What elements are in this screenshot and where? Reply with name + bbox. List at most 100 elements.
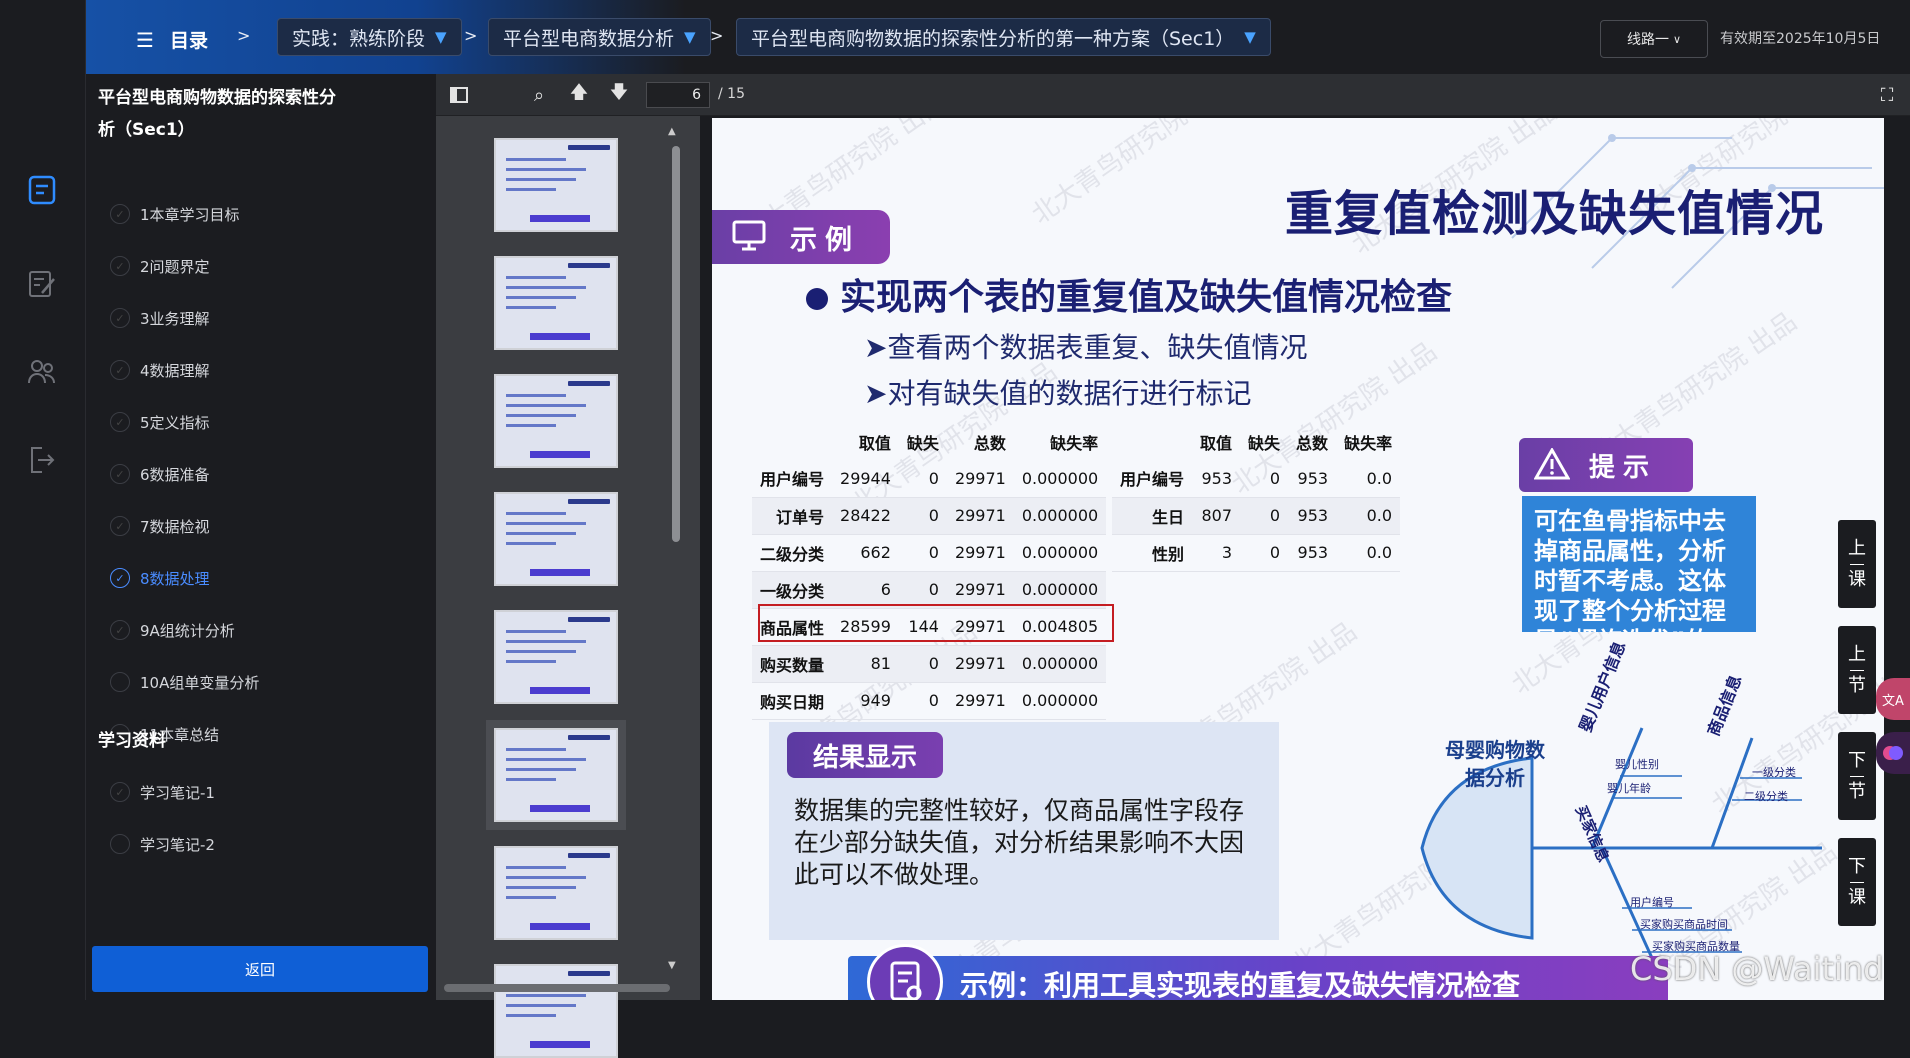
table-cell: 953 bbox=[1288, 497, 1337, 535]
arrow-down-icon[interactable]: 🡇 bbox=[606, 82, 632, 108]
table-cell: 949 bbox=[832, 682, 899, 720]
section-heading: 实现两个表的重复值及缺失值情况检查 bbox=[840, 277, 1453, 318]
csdn-watermark: CSDN @Waitind bbox=[1630, 950, 1884, 988]
route-button[interactable]: 线路一 ∨ bbox=[1600, 20, 1708, 58]
prev-section-button[interactable]: 上节 bbox=[1838, 626, 1876, 714]
watermark-text: 北大青鸟研究院 出品 bbox=[1026, 118, 1243, 231]
table-cell: 0 bbox=[898, 645, 947, 683]
check-circle-icon bbox=[110, 834, 130, 854]
group-users-icon[interactable] bbox=[22, 352, 62, 392]
exit-icon[interactable] bbox=[22, 440, 62, 480]
list-menu-icon: ☰ bbox=[136, 27, 154, 52]
breadcrumb-separator: > bbox=[464, 26, 478, 45]
chapter-item[interactable]: 10A组单变量分析 bbox=[110, 656, 259, 708]
table-cell: 用户编号 bbox=[752, 460, 833, 498]
page-number-input[interactable]: 6 bbox=[646, 82, 710, 108]
chapter-item[interactable]: ✓ 7数据检视 bbox=[110, 500, 210, 552]
table-header-cell: 总数 bbox=[973, 434, 1006, 453]
table-cell: 29944 bbox=[832, 460, 899, 498]
result-badge: 结果显示 bbox=[787, 732, 943, 778]
table-header-cell bbox=[752, 424, 832, 460]
chapter-item-label: 9A组统计分析 bbox=[140, 621, 235, 640]
scroll-down-icon[interactable]: ▼ bbox=[668, 960, 676, 971]
material-item[interactable]: 学习笔记-2 bbox=[110, 818, 215, 870]
fish-leaf: 二级分类 bbox=[1744, 790, 1788, 803]
table-header-cell: 取值 bbox=[1200, 434, 1233, 453]
page-thumbnail[interactable] bbox=[494, 846, 618, 940]
table-cell: 0 bbox=[898, 534, 947, 572]
next-lesson-button[interactable]: 下课 bbox=[1838, 838, 1876, 926]
chapter-title: 平台型电商购物数据的探索性分 析（Sec1） bbox=[98, 88, 336, 140]
chapter-item-label: 8数据处理 bbox=[140, 569, 210, 588]
page-thumbnail[interactable] bbox=[494, 256, 618, 350]
table-row: 用户编号 953 0 953 0.0 bbox=[1112, 460, 1401, 498]
check-circle-icon: ✓ bbox=[110, 620, 130, 640]
check-circle-icon: ✓ bbox=[110, 464, 130, 484]
table-row: 生日 807 0 953 0.0 bbox=[1112, 497, 1401, 535]
chapter-item[interactable]: ✓ 5定义指标 bbox=[110, 396, 210, 448]
table-header-cell: 缺失 bbox=[1248, 434, 1281, 453]
table-cell: 性别 bbox=[1112, 534, 1193, 572]
check-circle-icon bbox=[110, 672, 130, 692]
breadcrumb-lesson[interactable]: 平台型电商购物数据的探索性分析的第一种方案（Sec1） ▼ bbox=[736, 18, 1271, 56]
arrow-up-icon[interactable]: 🡅 bbox=[566, 82, 592, 108]
table-cell: 28422 bbox=[832, 497, 899, 535]
table-cell: 0.000000 bbox=[1013, 497, 1107, 535]
table-cell: 29971 bbox=[946, 571, 1014, 609]
table-cell: 0 bbox=[1240, 534, 1289, 572]
breadcrumb-course[interactable]: 平台型电商数据分析 ▼ bbox=[488, 18, 711, 56]
check-circle-icon: ✓ bbox=[110, 360, 130, 380]
tip-text: 可在鱼骨指标中去掉商品属性，分析时暂不考虑。这体现了整个分析过程是“螺旋迭代”的 bbox=[1522, 496, 1756, 632]
chapter-item[interactable]: ✓ 1本章学习目标 bbox=[110, 188, 240, 240]
back-button[interactable]: 返回 bbox=[92, 946, 428, 992]
clipboard-icon bbox=[867, 944, 943, 1000]
table-cell: 807 bbox=[1192, 497, 1241, 535]
table-header-cell bbox=[1112, 424, 1192, 460]
table-cell: 0.0 bbox=[1336, 460, 1401, 498]
chapter-item[interactable]: ✓ 2问题界定 bbox=[110, 240, 210, 292]
chapter-item[interactable]: ✓ 6数据准备 bbox=[110, 448, 210, 500]
fullscreen-icon[interactable]: ⛶ bbox=[1874, 82, 1900, 108]
table-cell: 0 bbox=[898, 571, 947, 609]
page-thumbnail[interactable] bbox=[494, 728, 618, 822]
translate-icon[interactable]: 文A bbox=[1876, 678, 1910, 720]
toc-menu[interactable]: ☰ 目录 bbox=[136, 26, 208, 53]
breadcrumb-stage[interactable]: 实践：熟练阶段 ▼ bbox=[277, 18, 462, 56]
monitor-icon bbox=[732, 219, 766, 253]
chapter-panel: 平台型电商购物数据的探索性分 析（Sec1） ✓ 1本章学习目标 ✓ 2问题界定 ✓ 3业… bbox=[86, 74, 434, 1000]
table-header-cell: 缺失 bbox=[906, 434, 939, 453]
table-row: 用户编号 29944 0 29971 0.000000 bbox=[752, 460, 1107, 498]
search-icon[interactable]: ⌕ bbox=[526, 82, 552, 108]
table-cell: 购买日期 bbox=[752, 682, 833, 720]
chapter-item[interactable]: ✓ 9A组统计分析 bbox=[110, 604, 235, 656]
scroll-up-icon[interactable]: ▲ bbox=[668, 126, 676, 137]
material-item[interactable]: ✓ 学习笔记-1 bbox=[110, 766, 215, 818]
chapter-item[interactable]: ✓ 3业务理解 bbox=[110, 292, 210, 344]
edit-note-icon[interactable] bbox=[22, 264, 62, 304]
document-icon[interactable] bbox=[22, 170, 62, 210]
table-users: 取值 缺失 总数 缺失率 用户编号 953 0 953 0.0 生日 807 0 953 0.0 性别 3 0 9… bbox=[1112, 424, 1401, 572]
icon-rail bbox=[0, 0, 86, 1000]
page-thumbnail[interactable] bbox=[494, 492, 618, 586]
page-thumbnail[interactable] bbox=[494, 610, 618, 704]
sidebar-toggle-icon[interactable] bbox=[446, 82, 472, 108]
page-thumbnail[interactable] bbox=[494, 374, 618, 468]
check-circle-icon: ✓ bbox=[110, 568, 130, 588]
table-cell: 953 bbox=[1288, 534, 1337, 572]
expiry-text: 有效期至2025年10月5日 bbox=[1720, 31, 1881, 47]
table-cell: 订单号 bbox=[752, 497, 833, 535]
ai-brain-icon[interactable] bbox=[1876, 732, 1910, 774]
breadcrumb-separator: > bbox=[710, 26, 724, 45]
page-thumbnail[interactable] bbox=[494, 138, 618, 232]
next-section-button[interactable]: 下节 bbox=[1838, 732, 1876, 820]
check-circle-icon: ✓ bbox=[110, 308, 130, 328]
chapter-item[interactable]: ✓ 8数据处理 bbox=[110, 552, 210, 604]
prev-lesson-button[interactable]: 上课 bbox=[1838, 520, 1876, 608]
thumbnail-h-scrollbar[interactable] bbox=[444, 984, 670, 992]
chapter-item[interactable]: ✓ 4数据理解 bbox=[110, 344, 210, 396]
fish-leaf: 买家购买商品时间 bbox=[1640, 918, 1728, 931]
dropdown-caret-icon: ▼ bbox=[1244, 28, 1256, 46]
chapter-item-label: 7数据检视 bbox=[140, 517, 210, 536]
page-thumbnail[interactable] bbox=[494, 964, 618, 1058]
thumbnail-scrollbar[interactable] bbox=[672, 146, 680, 542]
